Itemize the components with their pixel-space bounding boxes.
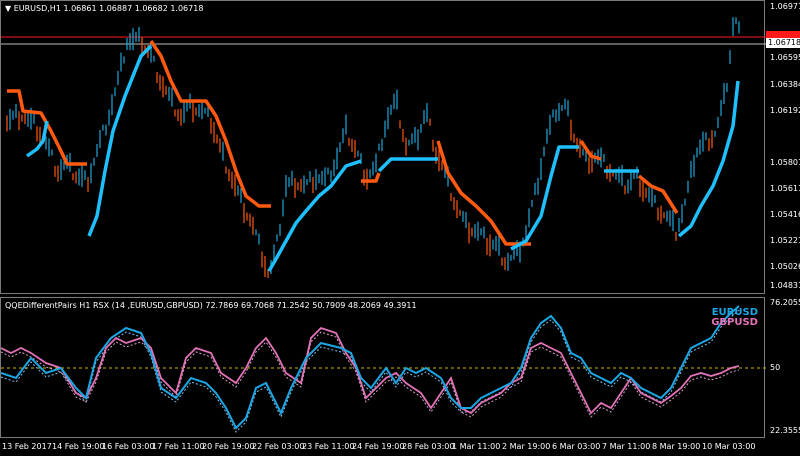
price-label: 1.05026	[770, 262, 800, 271]
current-price-tag: 1.06718	[766, 38, 800, 48]
time-label: 20 Feb 19:00	[202, 442, 255, 451]
indicator-label: 22.3555	[770, 426, 800, 435]
chart-symbol-ohlc: EURUSD,H1 1.06861 1.06887 1.06682 1.0671…	[13, 4, 204, 13]
price-label: 1.05611	[770, 184, 800, 193]
indicator-label: 76.2055	[770, 298, 800, 307]
price-label: 1.06971	[770, 2, 800, 11]
time-label: 24 Feb 19:00	[352, 442, 405, 451]
time-label: 7 Mar 11:00	[602, 442, 651, 451]
trend-line	[87, 44, 153, 237]
time-label: 28 Feb 03:00	[402, 442, 455, 451]
trend-line	[377, 157, 438, 173]
indicator-legend: EURUSD GBPUSD	[711, 308, 758, 328]
price-label: 1.06192	[770, 106, 800, 115]
time-label: 6 Mar 03:00	[552, 442, 601, 451]
legend-gbpusd: GBPUSD	[711, 317, 758, 328]
time-label: 16 Feb 03:00	[102, 442, 155, 451]
indicator-header: QQEDifferentPairs H1 RSX (14 ,EURUSD,GBP…	[5, 301, 417, 310]
indicator-canvas	[1, 305, 766, 433]
price-label: 1.05416	[770, 210, 800, 219]
time-label: 8 Mar 19:00	[652, 442, 701, 451]
time-label: 13 Feb 2017	[2, 442, 52, 451]
trend-line	[510, 145, 579, 251]
price-label: 1.06384	[770, 80, 800, 89]
time-label: 17 Feb 11:00	[152, 442, 205, 451]
chart-header: ▼ EURUSD,H1 1.06861 1.06887 1.06682 1.06…	[5, 4, 203, 13]
time-label: 10 Mar 03:00	[702, 442, 756, 451]
indicator-pane[interactable]: QQEDifferentPairs H1 RSX (14 ,EURUSD,GBP…	[0, 297, 766, 438]
time-label: 14 Feb 19:00	[52, 442, 105, 451]
price-label: 1.06595	[770, 53, 800, 62]
price-chart-pane[interactable]: ▼ EURUSD,H1 1.06861 1.06887 1.06682 1.06…	[0, 0, 766, 294]
time-axis: 13 Feb 2017 14 Feb 19:00 16 Feb 03:00 17…	[0, 439, 765, 456]
trend-line	[677, 80, 740, 238]
eurusd-line	[1, 305, 740, 430]
price-label: 1.05801	[770, 158, 800, 167]
price-label: 1.04831	[770, 281, 800, 290]
price-chart-canvas	[1, 17, 766, 278]
price-label: 1.05221	[770, 236, 800, 245]
time-label: 1 Mar 11:00	[452, 442, 501, 451]
indicator-label: 50	[770, 363, 781, 372]
time-label: 23 Feb 11:00	[302, 442, 355, 451]
trend-line	[637, 174, 679, 214]
gbpusd-line	[1, 326, 740, 415]
time-label: 2 Mar 19:00	[502, 442, 551, 451]
time-label: 22 Feb 03:00	[252, 442, 305, 451]
dropdown-icon[interactable]: ▼	[5, 4, 11, 13]
gbpusd-signal-line	[1, 331, 740, 418]
eurusd-signal-line	[1, 309, 740, 433]
